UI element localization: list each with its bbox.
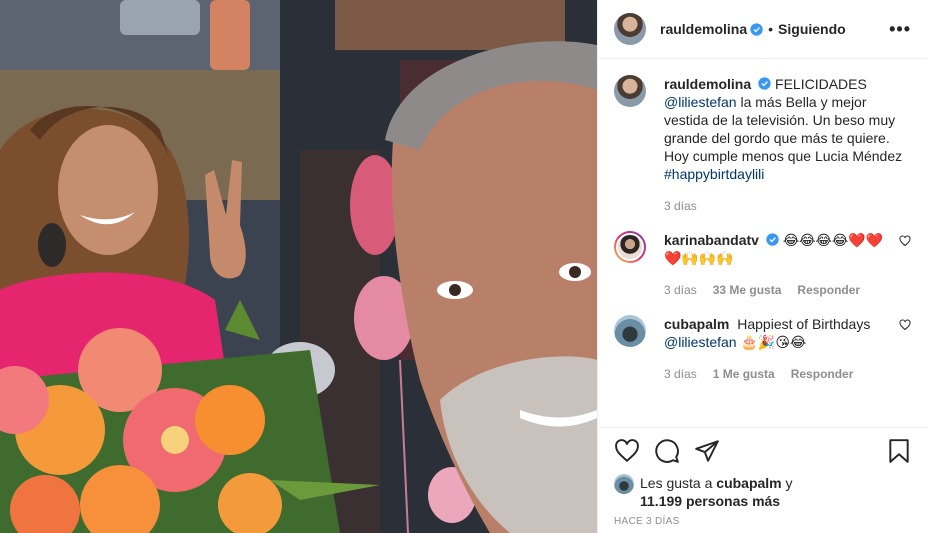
like-comment-heart-icon[interactable] — [899, 235, 911, 247]
likes-mid: y — [781, 475, 793, 491]
liker-avatar[interactable] — [614, 474, 634, 494]
header-separator: • — [768, 21, 774, 37]
comment-body: cubapalm Happiest of Birthdays @lilieste… — [664, 315, 891, 383]
comment-likes[interactable]: 1 Me gusta — [713, 365, 775, 383]
comment-body: karinabandatv 😂😂😂😂❤️❤️❤️🙌🙌🙌 3 días 33 Me… — [664, 231, 891, 299]
verified-badge-icon — [758, 77, 771, 90]
more-options-icon[interactable]: ••• — [889, 19, 911, 40]
reply-button[interactable]: Responder — [791, 365, 854, 383]
comment-likes[interactable]: 33 Me gusta — [713, 281, 782, 299]
author-username[interactable]: rauldemolina — [660, 21, 747, 37]
post-photo[interactable] — [0, 0, 597, 533]
caption-hashtag-link[interactable]: #happybirtdaylili — [664, 166, 764, 182]
comment-bubble-icon[interactable] — [654, 438, 680, 464]
commenter-avatar[interactable] — [614, 315, 646, 347]
reply-button[interactable]: Responder — [797, 281, 860, 299]
comment-username[interactable]: karinabandatv — [664, 232, 759, 248]
caption-username[interactable]: rauldemolina — [664, 76, 751, 92]
comment-time[interactable]: 3 días — [664, 281, 697, 299]
comment-meta: 3 días 1 Me gusta Responder — [664, 365, 891, 383]
caption-text-start: FELICIDADES — [775, 76, 867, 92]
comment-meta: 3 días 33 Me gusta Responder — [664, 281, 891, 299]
following-button[interactable]: Siguiendo — [778, 21, 846, 37]
caption-meta: 3 días — [664, 197, 911, 215]
caption-body: rauldemolina FELICIDADES @liliestefan la… — [664, 75, 911, 215]
comment-text: Happiest of Birthdays — [737, 316, 871, 332]
likes-summary: Les gusta a cubapalm y 11.199 personas m… — [614, 474, 912, 510]
comment-item: karinabandatv 😂😂😂😂❤️❤️❤️🙌🙌🙌 3 días 33 Me… — [614, 231, 911, 299]
comment-time[interactable]: 3 días — [664, 365, 697, 383]
post-header: rauldemolina • Siguiendo ••• — [598, 0, 927, 59]
commenter-avatar[interactable] — [614, 231, 646, 263]
like-comment-heart-icon[interactable] — [899, 319, 911, 331]
caption-time[interactable]: 3 días — [664, 197, 697, 215]
comment-mention-link[interactable]: @liliestefan — [664, 334, 737, 350]
post-actions: Les gusta a cubapalm y 11.199 personas m… — [598, 427, 927, 527]
caption-avatar[interactable] — [614, 75, 646, 107]
comments-list: rauldemolina FELICIDADES @liliestefan la… — [598, 59, 927, 426]
like-heart-icon[interactable] — [614, 438, 640, 464]
comment-username[interactable]: cubapalm — [664, 316, 729, 332]
likes-text: Les gusta a cubapalm y 11.199 personas m… — [640, 474, 793, 510]
caption-item: rauldemolina FELICIDADES @liliestefan la… — [614, 75, 911, 215]
verified-badge-icon — [750, 22, 763, 36]
likes-count[interactable]: 11.199 personas más — [640, 493, 780, 509]
save-bookmark-icon[interactable] — [886, 438, 912, 464]
liker-username[interactable]: cubapalm — [716, 475, 781, 491]
likes-prefix: Les gusta a — [640, 475, 717, 491]
verified-badge-icon — [766, 233, 779, 246]
action-bar — [614, 436, 912, 466]
author-avatar[interactable] — [614, 13, 646, 45]
share-paper-plane-icon[interactable] — [694, 438, 720, 464]
comment-item: cubapalm Happiest of Birthdays @lilieste… — [614, 315, 911, 383]
caption-mention-link[interactable]: @liliestefan — [664, 94, 737, 110]
post-image — [0, 0, 597, 533]
comment-emoji: 🎂🎉😘😂 — [740, 334, 807, 350]
post-side-panel: rauldemolina • Siguiendo ••• rauldemolin… — [597, 0, 927, 533]
posted-time[interactable]: HACE 3 DÍAS — [614, 516, 912, 527]
